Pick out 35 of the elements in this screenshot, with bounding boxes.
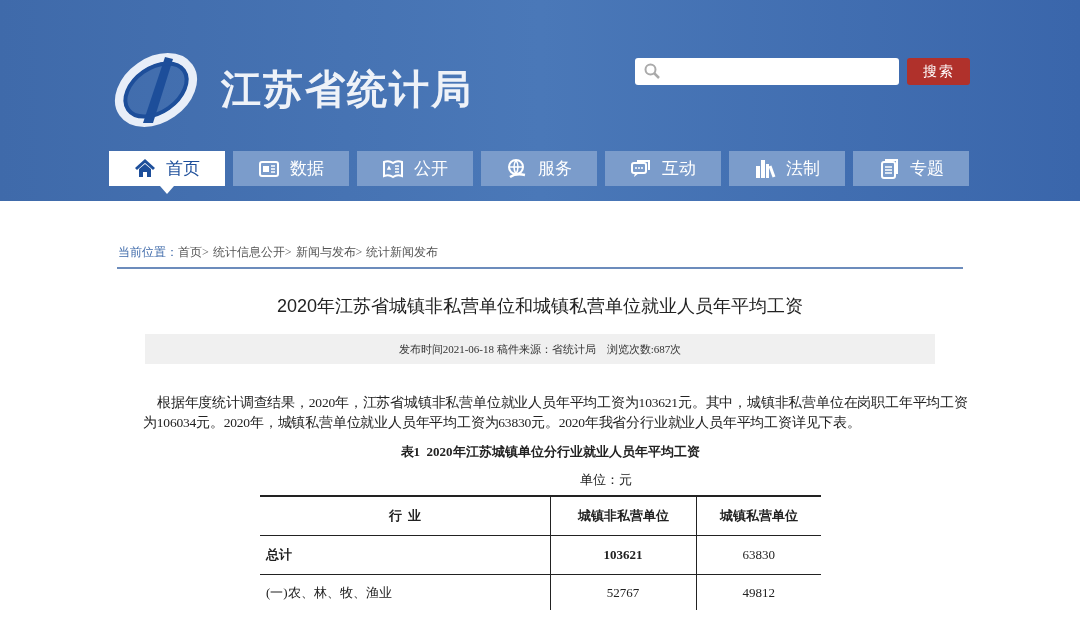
table-cell: (一)农、林、牧、渔业 xyxy=(260,574,550,610)
breadcrumb-separator: > xyxy=(284,244,292,261)
breadcrumb-link[interactable]: 首页 xyxy=(178,243,202,261)
unit-label: 单位：元 xyxy=(579,470,633,489)
table-cell: 总计 xyxy=(260,535,550,574)
books-icon xyxy=(754,157,776,180)
nav-tab[interactable]: 首页 xyxy=(109,151,225,186)
table-cell: 49812 xyxy=(696,574,821,610)
article-title: 2020年江苏省城镇非私营单位和城镇私营单位就业人员年平均工资 xyxy=(275,295,804,318)
column-header: 城镇私营单位 xyxy=(696,496,821,535)
document-icon xyxy=(878,157,900,180)
table-cell: 52767 xyxy=(550,574,697,610)
search-icon xyxy=(644,63,660,79)
breadcrumb-label: 当前位置： xyxy=(118,244,178,261)
search-button[interactable]: 搜索 xyxy=(907,57,970,85)
article-meta: 发布时间2021-06-18 稿件来源：省统计局 浏览次数:687次 xyxy=(398,341,682,357)
table-cell: 63830 xyxy=(696,535,821,574)
logo-icon xyxy=(113,51,199,129)
table-caption: 表1 2020年江苏城镇单位分行业就业人员年平均工资 xyxy=(399,443,701,461)
article-paragraph: 根据年度统计调查结果，2020年，江苏省城镇非私营单位就业人员年平均工资为103621元。其中，城镇非私营单位在岗职工年平均工资为106034元。2020年，城镇私营单位就业人员年平均工资为63830元。2020年我省分行业就业人员年平均工资详见下表。 xyxy=(143,394,969,432)
column-header: 城镇非私营单位 xyxy=(550,496,697,535)
tab-pointer-icon xyxy=(160,186,174,194)
breadcrumb-link[interactable]: 统计新闻发布 xyxy=(366,243,439,261)
globe-hand-icon xyxy=(506,157,528,180)
breadcrumb-link[interactable]: 新闻与发布 xyxy=(295,243,356,261)
chat-bubbles-icon xyxy=(630,157,652,180)
table-cell: 103621 xyxy=(550,535,697,574)
search-field[interactable] xyxy=(635,57,899,85)
column-header: 行 业 xyxy=(260,496,550,535)
breadcrumb-separator: > xyxy=(202,244,209,261)
home-icon xyxy=(134,157,156,180)
breadcrumb-link[interactable]: 统计信息公开 xyxy=(212,243,285,261)
breadcrumb-separator: > xyxy=(355,244,363,261)
site-title: 江苏省统计局 xyxy=(221,66,473,114)
open-book-icon xyxy=(382,157,404,180)
